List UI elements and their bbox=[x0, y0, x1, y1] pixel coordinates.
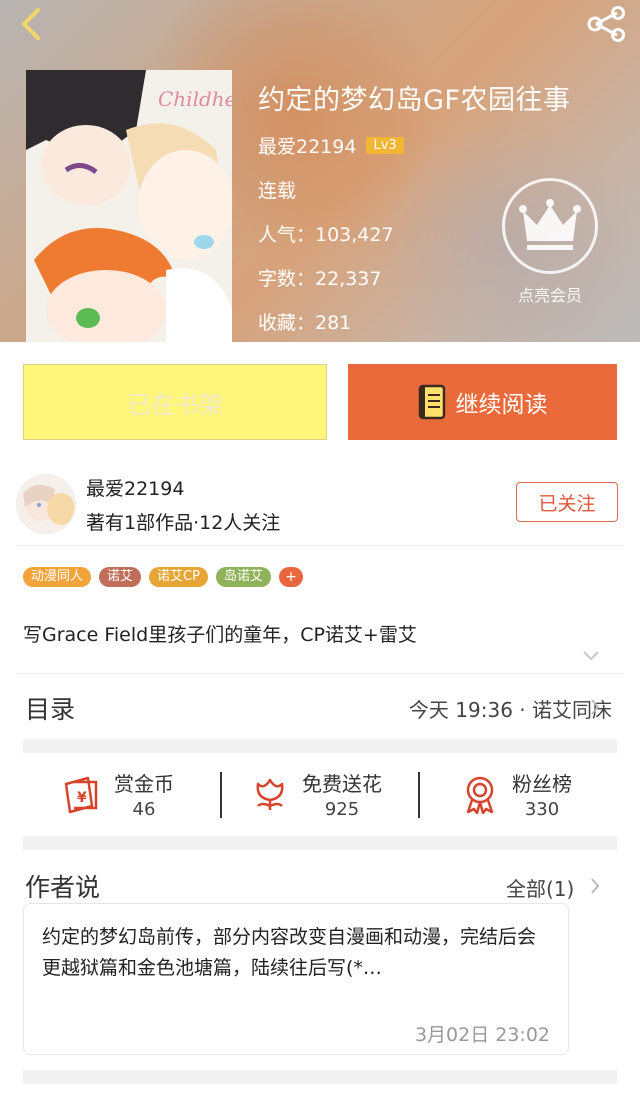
author-meta: 著有1部作品·12人关注 bbox=[86, 512, 281, 534]
cover-title-text: Childhe bbox=[158, 87, 232, 111]
on-shelf-button[interactable]: 已在书架 bbox=[23, 364, 327, 440]
book-title: 约定的梦幻岛GF农园往事 bbox=[258, 85, 571, 116]
section-separator bbox=[23, 836, 617, 850]
following-label: 已关注 bbox=[538, 492, 596, 515]
reward-label: 赏金币 bbox=[114, 772, 174, 796]
level-badge: Lv3 bbox=[366, 137, 404, 154]
author-name[interactable]: 最爱22194 bbox=[86, 474, 184, 501]
popularity-stat: 人气：103,427 bbox=[258, 224, 394, 246]
author-avatar[interactable] bbox=[16, 474, 76, 534]
tag-item[interactable]: 动漫同人 bbox=[23, 567, 92, 587]
header-author-name[interactable]: 最爱22194 bbox=[258, 132, 356, 159]
reward-count: 46 bbox=[132, 799, 156, 820]
reward-count: 330 bbox=[524, 799, 560, 820]
latest-chapter[interactable]: 今天 19:36 · 诺艾同床 bbox=[409, 694, 612, 723]
divider bbox=[16, 673, 624, 674]
author-says-label: 作者说 bbox=[25, 873, 101, 902]
svg-text:¥: ¥ bbox=[77, 790, 87, 806]
vertical-divider bbox=[418, 772, 420, 818]
tag-item[interactable]: 诺艾 bbox=[99, 567, 142, 587]
header-author-row[interactable]: 最爱22194 Lv3 bbox=[258, 132, 404, 159]
section-separator bbox=[23, 739, 617, 753]
fan-ranking-button[interactable]: 粉丝榜 330 bbox=[460, 766, 572, 822]
section-separator bbox=[23, 1070, 617, 1084]
book-header: Childhe 约定的梦幻岛GF农园往事 最爱22194 Lv3 连载 人气：1… bbox=[0, 0, 640, 342]
tag-item[interactable]: 岛诺艾 bbox=[215, 567, 271, 587]
toc-label[interactable]: 目录 bbox=[25, 690, 75, 726]
book-description: 写Grace Field里孩子们的童年，CP诺艾+雷艾 bbox=[23, 624, 417, 646]
tag-list: 动漫同人 诺艾 诺艾CP 岛诺艾 + bbox=[23, 567, 303, 587]
serial-status: 连载 bbox=[258, 180, 297, 202]
book-cover[interactable]: Childhe bbox=[26, 70, 232, 342]
continue-reading-button[interactable]: 继续阅读 bbox=[348, 364, 617, 440]
expand-chevron-icon[interactable] bbox=[582, 650, 600, 662]
following-button[interactable]: 已关注 bbox=[516, 482, 618, 522]
send-flower-button[interactable]: 免费送花 925 bbox=[250, 766, 382, 822]
author-note-card[interactable]: 约定的梦幻岛前传，部分内容改变自漫画和动漫，完结后会更越狱篇和金色池塘篇，陆续往… bbox=[23, 903, 569, 1055]
coin-envelope-icon: ¥ bbox=[64, 776, 98, 814]
word-count-stat: 字数：22,337 bbox=[258, 268, 382, 290]
chevron-right-icon[interactable] bbox=[590, 877, 600, 895]
reward-label: 免费送花 bbox=[302, 772, 382, 796]
author-note-date: 3月02日 23:02 bbox=[414, 1024, 550, 1046]
reward-label: 粉丝榜 bbox=[512, 772, 572, 796]
back-arrow-icon[interactable] bbox=[14, 6, 50, 42]
author-note-text: 约定的梦幻岛前传，部分内容改变自漫画和动漫，完结后会更越狱篇和金色池塘篇，陆续往… bbox=[42, 926, 537, 979]
share-icon[interactable] bbox=[586, 6, 628, 42]
cover-illustration: Childhe bbox=[26, 70, 232, 342]
tag-item[interactable]: 诺艾CP bbox=[149, 567, 208, 587]
flower-icon bbox=[256, 778, 284, 810]
favorites-stat: 收藏：281 bbox=[258, 312, 352, 334]
continue-reading-label: 继续阅读 bbox=[455, 392, 548, 418]
crown-icon bbox=[519, 199, 581, 250]
avatar-image bbox=[17, 475, 75, 533]
chevron-right-icon[interactable] bbox=[590, 698, 600, 716]
reward-coins-button[interactable]: ¥ 赏金币 46 bbox=[62, 766, 174, 822]
book-icon bbox=[418, 384, 445, 420]
vertical-divider bbox=[220, 772, 222, 818]
view-all-notes-link[interactable]: 全部(1) bbox=[506, 873, 574, 902]
medal-icon bbox=[466, 776, 494, 814]
vip-crown-button[interactable] bbox=[502, 178, 598, 274]
divider bbox=[16, 545, 624, 546]
on-shelf-label: 已在书架 bbox=[127, 390, 223, 419]
vip-label[interactable]: 点亮会员 bbox=[498, 282, 602, 306]
reward-count: 925 bbox=[324, 799, 360, 820]
add-tag-button[interactable]: + bbox=[278, 567, 303, 587]
